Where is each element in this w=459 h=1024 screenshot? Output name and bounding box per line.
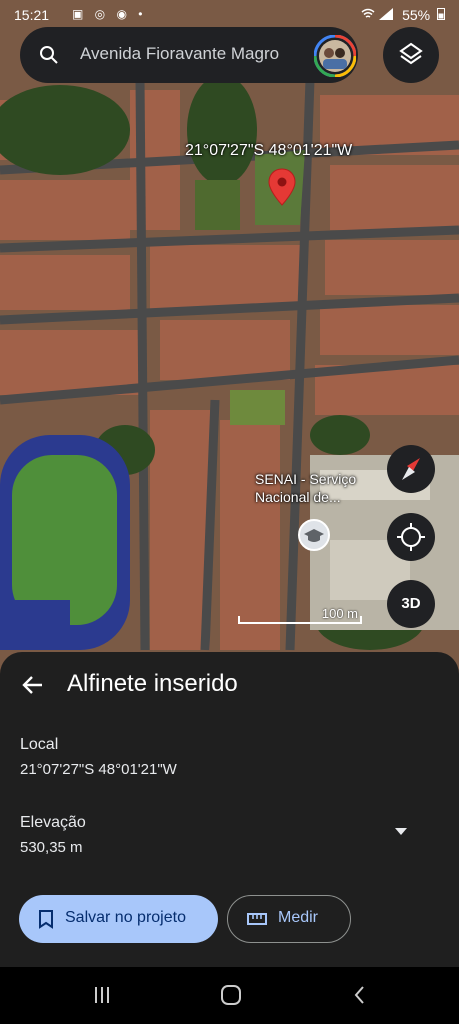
layers-button[interactable] <box>383 27 439 83</box>
map-pin-icon[interactable] <box>268 168 296 206</box>
measure-button[interactable]: Medir <box>227 895 351 943</box>
scale-bar: 100 m <box>238 606 362 624</box>
school-icon[interactable] <box>298 519 330 551</box>
local-value: 21°07'27"S 48°01'21"W <box>20 761 177 778</box>
home-icon[interactable] <box>219 983 243 1007</box>
back-nav-icon[interactable] <box>348 983 372 1007</box>
save-to-project-button[interactable]: Salvar no projeto <box>19 895 218 943</box>
save-button-label: Salvar no projeto <box>65 909 186 926</box>
pin-coordinate-label: 21°07'27"S 48°01'21"W <box>185 142 353 159</box>
ruler-icon <box>247 913 267 925</box>
compass-icon <box>402 458 420 480</box>
crosshair-icon <box>397 523 425 551</box>
expand-dropdown-icon[interactable] <box>392 824 410 838</box>
search-icon[interactable] <box>38 44 60 66</box>
system-nav-bar <box>0 967 459 1024</box>
sheet-title: Alfinete inserido <box>67 670 238 697</box>
poi-label[interactable]: SENAI - Serviço Nacional de... <box>255 470 395 506</box>
search-bar[interactable]: Avenida Fioravante Magro <box>20 27 358 83</box>
status-right: 55% <box>361 7 445 23</box>
notification-icons: ▣ ◎ ◉ • <box>72 7 147 21</box>
back-arrow-icon[interactable] <box>20 672 46 698</box>
measure-button-label: Medir <box>278 909 319 926</box>
local-label: Local <box>20 736 59 753</box>
status-time: 15:21 <box>14 7 50 23</box>
elevation-label: Elevação <box>20 814 86 831</box>
3d-toggle-button[interactable]: 3D <box>387 580 435 628</box>
status-bar: 15:21 ▣ ◎ ◉ • 55% <box>0 0 459 30</box>
compass-button[interactable] <box>387 445 435 493</box>
search-input[interactable]: Avenida Fioravante Magro <box>80 44 279 64</box>
bookmark-icon <box>39 910 53 929</box>
graduation-cap-icon <box>304 529 324 542</box>
signal-icon <box>378 8 393 20</box>
wifi-icon <box>361 8 375 18</box>
layers-icon <box>399 42 423 65</box>
battery-level: 55% <box>402 7 431 23</box>
satellite-map[interactable]: 15:21 ▣ ◎ ◉ • 55% Avenida Fioravante Mag… <box>0 0 459 700</box>
battery-icon <box>437 8 445 20</box>
scale-label: 100 m <box>321 606 358 621</box>
my-location-button[interactable] <box>387 513 435 561</box>
account-avatar[interactable] <box>313 34 357 78</box>
elevation-value: 530,35 m <box>20 839 83 856</box>
recent-apps-icon[interactable] <box>90 983 114 1007</box>
avatar-icon <box>313 34 357 78</box>
signal-icons <box>361 8 396 23</box>
